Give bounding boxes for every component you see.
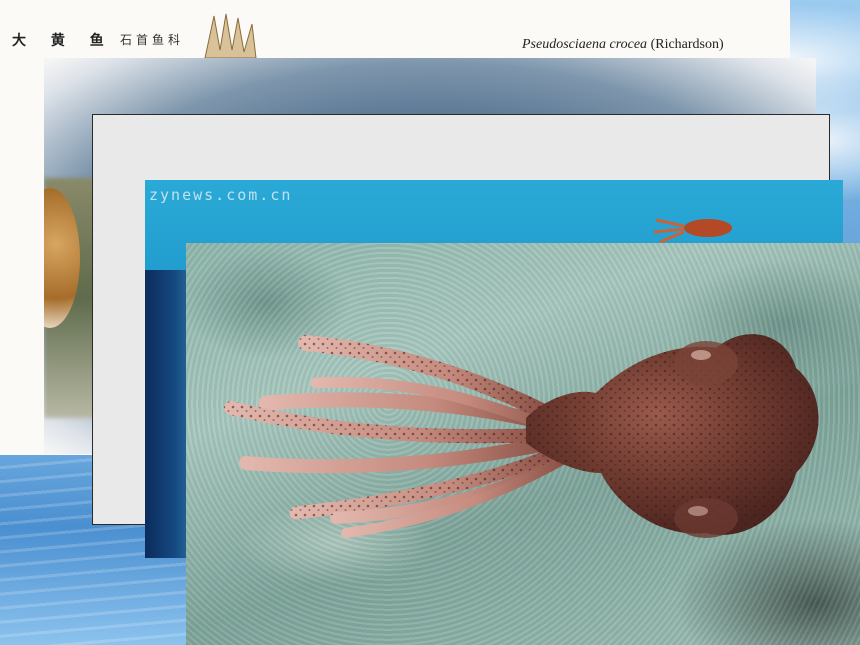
- octopus-photo-slide: [186, 243, 860, 645]
- octopus-illustration: [224, 334, 819, 538]
- fish-family-name: 石首鱼科: [120, 33, 185, 47]
- latin-author: (Richardson): [650, 37, 724, 52]
- octopus-head: [526, 334, 819, 538]
- fish-chinese-name: 大 黄 鱼: [12, 33, 114, 49]
- photo-watermark: zynews.com.cn: [149, 186, 293, 204]
- latin-genus-species: Pseudosciaena crocea: [522, 37, 648, 52]
- fish-dorsal-fin-drawing: [204, 13, 257, 59]
- fish-latin-name: Pseudosciaena crocea (Richardson): [522, 37, 724, 53]
